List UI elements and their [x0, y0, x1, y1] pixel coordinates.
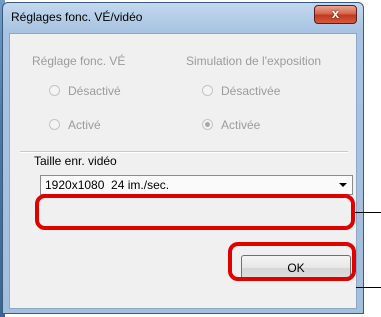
dropdown-value: 1920x1080 24 im./sec. — [45, 178, 170, 192]
radio-label: Activé — [68, 118, 101, 132]
close-icon: x — [331, 6, 340, 21]
radio-button[interactable] — [202, 85, 213, 96]
close-button[interactable]: x — [314, 5, 357, 24]
video-size-label: Taille enr. vidéo — [34, 154, 117, 168]
radio-button[interactable] — [49, 119, 60, 130]
ok-highlight — [228, 242, 356, 281]
radio-button-checked[interactable] — [202, 119, 213, 130]
dialog-title: Réglages fonc. VÉ/vidéo — [11, 10, 143, 24]
group-label-ve: Réglage fonc. VÉ — [32, 54, 126, 68]
radio-label: Activée — [221, 118, 261, 132]
group-label-exposure-sim: Simulation de l'exposition — [186, 54, 322, 68]
chevron-down-icon[interactable] — [339, 183, 347, 187]
video-size-dropdown[interactable]: 1920x1080 24 im./sec. — [40, 175, 353, 195]
ok-leader-line — [356, 287, 381, 288]
radio-button[interactable] — [49, 85, 60, 96]
dropdown-highlight — [35, 194, 355, 230]
title-bar: Réglages fonc. VÉ/vidéo x — [3, 3, 363, 33]
dropdown-leader-line — [355, 212, 381, 213]
radio-label: Désactivée — [221, 84, 281, 98]
radio-label: Désactivé — [68, 84, 121, 98]
background-margin — [364, 0, 381, 317]
separator — [20, 151, 348, 153]
